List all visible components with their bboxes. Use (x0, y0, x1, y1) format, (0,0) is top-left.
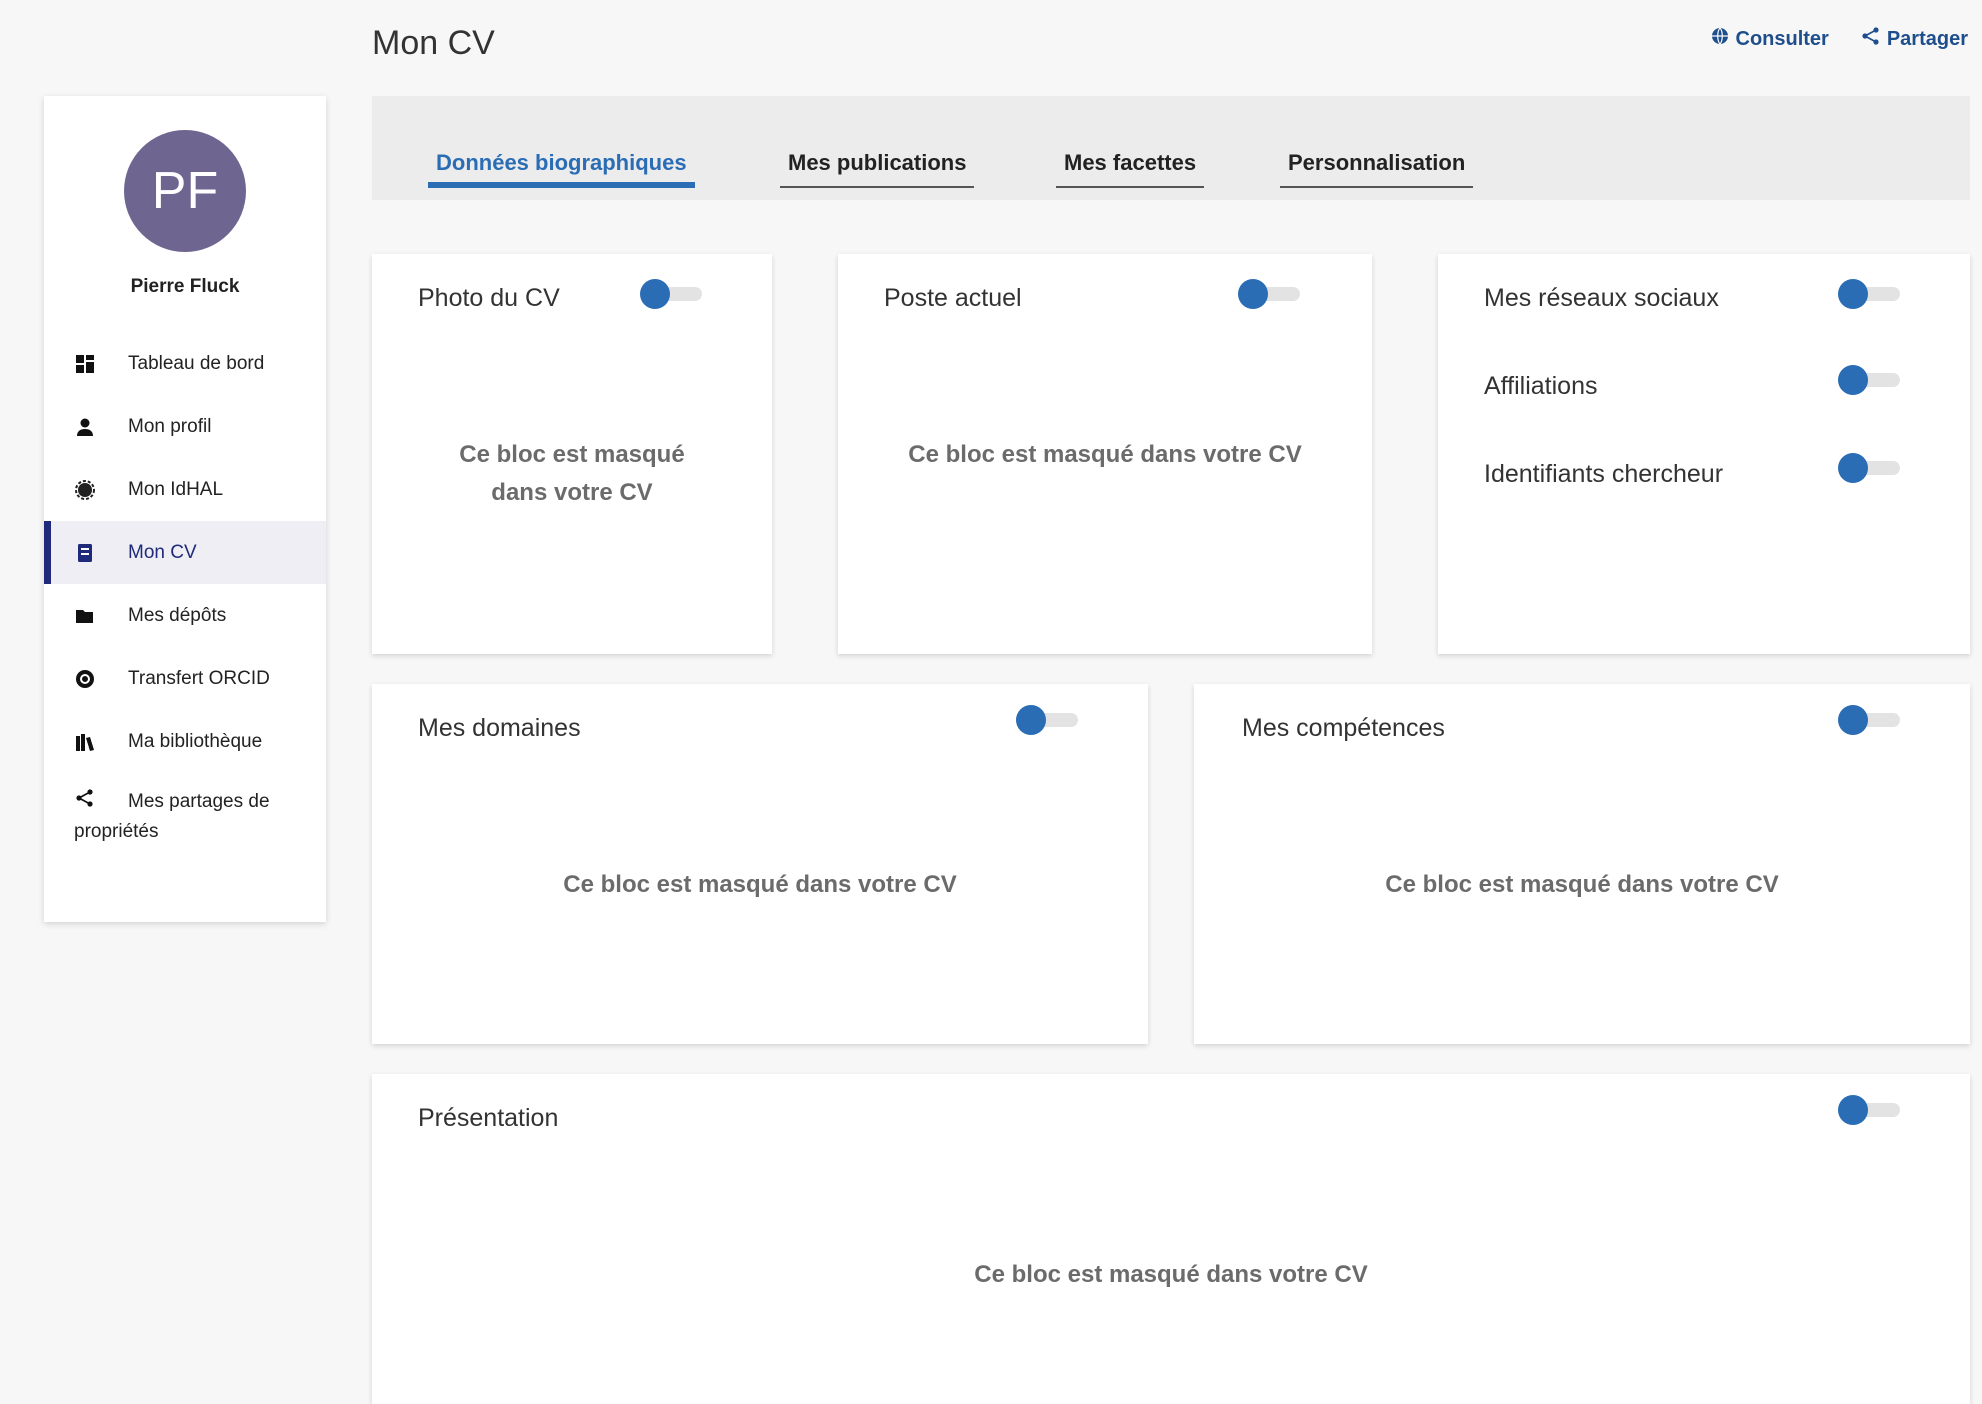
masked-message: Ce bloc est masqué dans votre CV (563, 871, 957, 898)
row-identifiants-chercheur: Identifiants chercheur (1484, 460, 1724, 488)
tab-personnalisation[interactable]: Personnalisation (1280, 150, 1474, 188)
masked-line-1: Ce bloc est masqué (459, 441, 685, 468)
sidebar-item-label: Tableau de bord (128, 352, 265, 374)
visibility-toggle[interactable] (1838, 364, 1904, 395)
card-poste-actuel: Poste actuel Ce bloc est masqué dans vot… (838, 254, 1372, 654)
card-title: Poste actuel (884, 284, 1022, 312)
sidebar-item-tableau-de-bord[interactable]: Tableau de bord (44, 332, 326, 395)
page-title: Mon CV (372, 24, 495, 62)
orcid-icon (74, 668, 96, 690)
visibility-toggle[interactable] (1838, 452, 1904, 483)
card-title: Présentation (418, 1104, 559, 1132)
visibility-toggle[interactable] (1838, 704, 1904, 735)
tab-mes-facettes[interactable]: Mes facettes (1056, 150, 1205, 188)
sidebar-nav: Tableau de bord Mon profil Mon IdHAL Mon… (44, 332, 326, 861)
user-name: Pierre Fluck (130, 276, 240, 297)
sidebar-item-label: Mes partages de propriétés (74, 791, 270, 842)
visibility-toggle[interactable] (1838, 1094, 1904, 1125)
visibility-toggle[interactable] (1838, 278, 1904, 309)
masked-message: Ce bloc est masqué dans votre CV (372, 436, 772, 512)
masked-message: Ce bloc est masqué dans votre CV (1385, 871, 1779, 898)
sidebar-item-mes-partages[interactable]: Mes partages de propriétés (44, 773, 326, 861)
globe-icon (1710, 26, 1730, 52)
card-mes-competences: Mes compétences Ce bloc est masqué dans … (1194, 684, 1970, 1044)
tab-mes-publications[interactable]: Mes publications (780, 150, 975, 188)
avatar: PF (124, 130, 246, 252)
masked-line-2: dans votre CV (491, 479, 653, 506)
sidebar-item-mon-idhal[interactable]: Mon IdHAL (44, 458, 326, 521)
sidebar-item-mon-profil[interactable]: Mon profil (44, 395, 326, 458)
partager-label: Partager (1886, 27, 1968, 50)
sidebar-item-transfert-orcid[interactable]: Transfert ORCID (44, 647, 326, 710)
visibility-toggle[interactable] (1238, 278, 1304, 309)
consulter-label: Consulter (1735, 27, 1829, 50)
top-actions: Consulter Partager (1710, 26, 1968, 52)
cv-document-icon (74, 542, 96, 564)
tab-donnees-biographiques[interactable]: Données biographiques (428, 150, 695, 188)
user-icon (74, 416, 96, 438)
card-presentation: Présentation Ce bloc est masqué dans vot… (372, 1074, 1970, 1404)
card-reseaux-affiliations: Mes réseaux sociaux Affiliations Identif… (1438, 254, 1970, 654)
row-affiliations: Affiliations (1484, 372, 1598, 400)
row-reseaux-sociaux: Mes réseaux sociaux (1484, 284, 1719, 312)
visibility-toggle[interactable] (640, 278, 706, 309)
masked-message: Ce bloc est masqué dans votre CV (908, 441, 1302, 468)
sidebar-item-label: Mon IdHAL (128, 478, 224, 500)
sidebar-item-label: Transfert ORCID (128, 667, 270, 689)
gear-badge-icon (74, 479, 96, 501)
sidebar-item-ma-bibliotheque[interactable]: Ma bibliothèque (44, 710, 326, 773)
card-mes-domaines: Mes domaines Ce bloc est masqué dans vot… (372, 684, 1148, 1044)
card-title: Photo du CV (418, 284, 560, 312)
card-photo-du-cv: Photo du CV Ce bloc est masqué dans votr… (372, 254, 772, 654)
folder-open-icon (74, 605, 96, 627)
consulter-button[interactable]: Consulter (1710, 26, 1829, 52)
card-title: Mes compétences (1242, 714, 1445, 742)
tabs-bar: Données biographiques Mes publications M… (372, 96, 1970, 200)
sidebar-item-mon-cv[interactable]: Mon CV (44, 521, 326, 584)
masked-message: Ce bloc est masqué dans votre CV (974, 1261, 1368, 1288)
dashboard-icon (74, 353, 96, 375)
sidebar: PF Pierre Fluck Tableau de bord Mon prof… (44, 96, 326, 922)
sidebar-item-label: Mes dépôts (128, 604, 227, 626)
sidebar-item-label: Ma bibliothèque (128, 730, 263, 752)
sidebar-item-mes-depots[interactable]: Mes dépôts (44, 584, 326, 647)
sidebar-item-label: Mon CV (128, 541, 197, 563)
sidebar-item-label: Mon profil (128, 415, 212, 437)
partager-button[interactable]: Partager (1861, 26, 1968, 52)
library-icon (74, 731, 96, 753)
share-icon (1861, 26, 1881, 52)
card-title: Mes domaines (418, 714, 581, 742)
visibility-toggle[interactable] (1016, 704, 1082, 735)
